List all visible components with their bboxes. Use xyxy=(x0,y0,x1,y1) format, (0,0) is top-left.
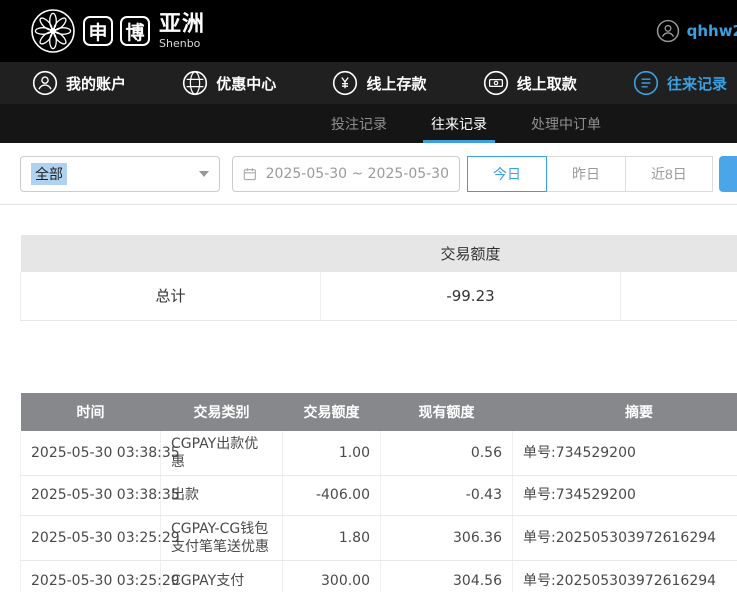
records-icon xyxy=(633,70,659,96)
summary-section: 交易额度 总计 -99.23 xyxy=(20,235,737,321)
nav-label: 往来记录 xyxy=(667,73,727,94)
cell-amount: 1.80 xyxy=(283,515,381,560)
deposit-icon xyxy=(332,70,358,96)
cell-memo: 单号:202505303972616294 xyxy=(513,515,737,560)
cell-type: CGPAY出款优惠 xyxy=(161,431,283,476)
table-row: 2025-05-30 03:25:29 CGPAY-CG钱包支付笔笔送优惠 1.… xyxy=(21,515,737,560)
cell-type: CGPAY-CG钱包支付笔笔送优惠 xyxy=(161,515,283,560)
logo-char-shen: 申 xyxy=(83,16,113,46)
cell-memo: 单号:734529200 xyxy=(513,431,737,476)
nav-item-promotions[interactable]: 优惠中心 xyxy=(182,70,276,96)
cell-memo: 单号:202505303972616294 xyxy=(513,561,737,592)
calendar-icon xyxy=(243,166,257,182)
withdraw-icon xyxy=(483,70,509,96)
date-range-value: 2025-05-30 ~ 2025-05-30 xyxy=(266,166,449,182)
nav-item-withdraw[interactable]: 线上取款 xyxy=(483,70,577,96)
tab-label: 投注记录 xyxy=(331,114,387,134)
col-header-type: 交易类别 xyxy=(161,393,283,431)
logo-subtext: Shenbo xyxy=(159,38,205,49)
filter-bar: 全部 2025-05-30 ~ 2025-05-30 今日 昨日 近8日 xyxy=(0,143,737,205)
tab-label: 往来记录 xyxy=(431,114,487,134)
cell-type: 出款 xyxy=(161,475,283,515)
summary-header-empty xyxy=(621,235,737,272)
summary-total-row: 总计 -99.23 xyxy=(21,272,737,320)
date-range-input[interactable]: 2025-05-30 ~ 2025-05-30 xyxy=(232,156,460,192)
cell-amount: -406.00 xyxy=(283,475,381,515)
nav-item-transaction-records[interactable]: 往来记录 xyxy=(633,70,727,96)
summary-header-empty xyxy=(21,235,321,272)
transactions-table: 时间 交易类别 交易额度 现有额度 摘要 2025-05-30 03:38:35… xyxy=(20,393,737,592)
page: 申 博 亚洲 Shenbo qhhw2 我的账户 xyxy=(0,0,737,592)
summary-total-label: 总计 xyxy=(21,272,321,320)
cell-balance: 304.56 xyxy=(381,561,513,592)
cell-memo: 单号:734529200 xyxy=(513,475,737,515)
cell-balance: 306.36 xyxy=(381,515,513,560)
flower-logo-icon xyxy=(30,8,76,54)
cell-time: 2025-05-30 03:25:29 xyxy=(21,561,161,592)
today-button[interactable]: 今日 xyxy=(467,156,547,192)
col-header-time: 时间 xyxy=(21,393,161,431)
logo-region-text: 亚洲 xyxy=(159,14,205,36)
promo-icon xyxy=(182,70,208,96)
nav-item-deposit[interactable]: 线上存款 xyxy=(332,70,426,96)
table-row: 2025-05-30 03:25:29 CGPAY支付 300.00 304.5… xyxy=(21,561,737,592)
user-avatar-icon xyxy=(656,19,680,43)
table-row: 2025-05-30 03:38:35 CGPAY出款优惠 1.00 0.56 … xyxy=(21,431,737,476)
col-header-amount: 交易额度 xyxy=(283,393,381,431)
records-section: 时间 交易类别 交易额度 现有额度 摘要 2025-05-30 03:38:35… xyxy=(20,393,737,592)
top-header: 申 博 亚洲 Shenbo qhhw2 xyxy=(0,0,737,62)
cell-time: 2025-05-30 03:25:29 xyxy=(21,515,161,560)
brand-logo[interactable]: 申 博 亚洲 Shenbo xyxy=(30,8,205,54)
logo-region: 亚洲 Shenbo xyxy=(159,14,205,49)
sub-navigation: 投注记录 往来记录 处理中订单 xyxy=(0,104,737,143)
nav-label: 我的账户 xyxy=(66,73,126,94)
cell-balance: 0.56 xyxy=(381,431,513,476)
chevron-down-icon xyxy=(199,171,209,177)
cell-time: 2025-05-30 03:38:35 xyxy=(21,431,161,476)
account-icon xyxy=(32,70,58,96)
summary-empty-cell xyxy=(621,272,737,320)
col-header-memo: 摘要 xyxy=(513,393,737,431)
username-text: qhhw2 xyxy=(687,22,737,40)
quick-date-buttons: 今日 昨日 近8日 xyxy=(468,156,713,192)
last-8-days-button[interactable]: 近8日 xyxy=(625,156,713,192)
nav-label: 优惠中心 xyxy=(216,73,276,94)
logo-char-bo: 博 xyxy=(120,16,150,46)
tab-betting-records[interactable]: 投注记录 xyxy=(318,104,400,143)
summary-header-row: 交易额度 xyxy=(21,235,737,272)
nav-label: 线上取款 xyxy=(517,73,577,94)
tab-transaction-records[interactable]: 往来记录 xyxy=(418,104,500,143)
main-navigation: 我的账户 优惠中心 线上存款 线上取款 xyxy=(0,62,737,104)
category-select[interactable]: 全部 xyxy=(20,156,220,192)
cell-balance: -0.43 xyxy=(381,475,513,515)
cell-amount: 1.00 xyxy=(283,431,381,476)
summary-total-value: -99.23 xyxy=(321,272,621,320)
yesterday-button[interactable]: 昨日 xyxy=(546,156,626,192)
nav-item-my-account[interactable]: 我的账户 xyxy=(32,70,126,96)
tab-label: 处理中订单 xyxy=(531,114,601,134)
nav-label: 线上存款 xyxy=(366,73,426,94)
summary-header-amount: 交易额度 xyxy=(321,235,621,272)
search-button[interactable] xyxy=(719,156,737,192)
category-select-value: 全部 xyxy=(31,163,67,185)
user-account[interactable]: qhhw2 xyxy=(656,0,737,62)
table-header-row: 时间 交易类别 交易额度 现有额度 摘要 xyxy=(21,393,737,431)
cell-amount: 300.00 xyxy=(283,561,381,592)
summary-table: 交易额度 总计 -99.23 xyxy=(20,235,737,321)
cell-type: CGPAY支付 xyxy=(161,561,283,592)
cell-time: 2025-05-30 03:38:35 xyxy=(21,475,161,515)
col-header-balance: 现有额度 xyxy=(381,393,513,431)
tab-pending-orders[interactable]: 处理中订单 xyxy=(518,104,614,143)
table-row: 2025-05-30 03:38:35 出款 -406.00 -0.43 单号:… xyxy=(21,475,737,515)
